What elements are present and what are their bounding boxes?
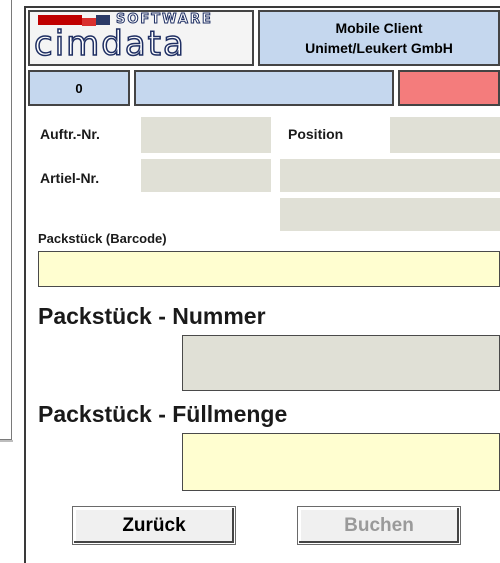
cimdata-logo: SOFTWARE cimdata [28,10,254,66]
article-description-field-1 [280,159,500,192]
background-window-frame [0,0,12,440]
back-button[interactable]: Zurück [73,507,235,544]
article-number-field [141,159,271,192]
package-number-field [182,335,500,391]
package-number-heading: Packstück - Nummer [38,303,266,329]
barcode-label: Packstück (Barcode) [38,231,167,246]
app-title-line1: Mobile Client [335,20,423,36]
book-button[interactable]: Buchen [298,507,460,544]
order-number-field [141,117,271,153]
app-title: Mobile Client Unimet/Leukert GmbH [258,10,500,66]
article-description-field-2 [280,198,500,231]
status-message [134,70,394,106]
position-field [390,117,500,153]
background-window-shadow [0,440,13,442]
article-number-label: Artiel-Nr. [40,170,100,186]
position-label: Position [288,126,344,142]
logo-brand-text: cimdata [33,24,186,64]
status-count: 0 [28,70,130,106]
status-indicator [398,70,500,106]
app-title-line2: Unimet/Leukert GmbH [305,40,453,56]
order-number-label: Auftr.-Nr. [40,126,100,142]
fill-quantity-input[interactable] [182,433,500,491]
fill-quantity-heading: Packstück - Füllmenge [38,401,288,427]
barcode-input[interactable] [38,251,500,287]
